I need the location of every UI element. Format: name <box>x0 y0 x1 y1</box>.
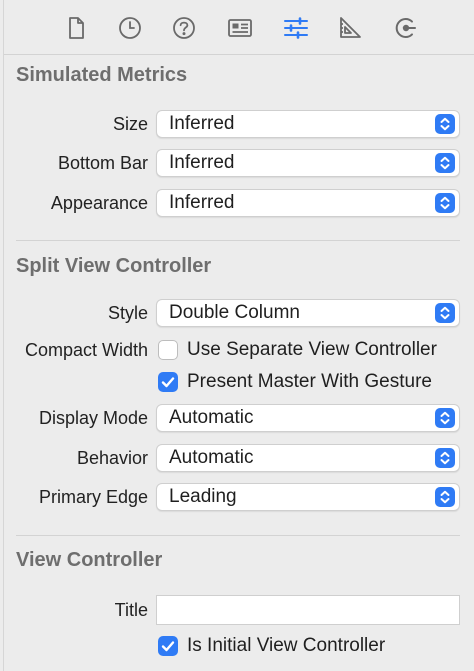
attributes-sliders-icon[interactable] <box>280 12 312 44</box>
bottom-bar-popup-value: Inferred <box>169 152 235 173</box>
checkmark-icon <box>161 377 175 388</box>
panel-left-border <box>3 0 4 671</box>
section-title-split-view-controller: Split View Controller <box>16 255 212 277</box>
use-separate-checkbox[interactable] <box>158 340 178 360</box>
is-initial-label[interactable]: Is Initial View Controller <box>187 634 385 658</box>
display-mode-popup-value: Automatic <box>169 407 254 428</box>
use-separate-label[interactable]: Use Separate View Controller <box>187 338 437 362</box>
bottom-bar-popup[interactable]: Inferred <box>156 149 460 177</box>
appearance-label: Appearance <box>50 193 148 213</box>
section-divider <box>16 535 460 536</box>
chevron-updown-icon <box>435 487 455 507</box>
style-popup[interactable]: Double Column <box>156 299 460 327</box>
primary-edge-popup-value: Leading <box>169 486 237 507</box>
present-master-checkbox[interactable] <box>158 372 178 392</box>
is-initial-checkbox[interactable] <box>158 636 178 656</box>
size-popup[interactable]: Inferred <box>156 110 460 138</box>
compact-width-label: Compact Width <box>24 340 148 360</box>
primary-edge-popup[interactable]: Leading <box>156 483 460 511</box>
history-clock-icon[interactable] <box>114 12 146 44</box>
size-ruler-icon[interactable] <box>334 12 366 44</box>
help-icon[interactable] <box>168 12 200 44</box>
size-popup-value: Inferred <box>169 113 235 134</box>
section-divider <box>16 240 460 241</box>
chevron-updown-icon <box>435 193 455 213</box>
chevron-updown-icon <box>435 408 455 428</box>
size-label: Size <box>112 114 148 134</box>
style-popup-value: Double Column <box>169 302 300 323</box>
section-title-simulated-metrics: Simulated Metrics <box>16 64 188 86</box>
title-label: Title <box>114 600 148 620</box>
bottom-bar-label: Bottom Bar <box>57 153 148 173</box>
chevron-updown-icon <box>435 153 455 173</box>
title-input[interactable] <box>156 595 460 625</box>
file-icon[interactable] <box>60 12 92 44</box>
style-label: Style <box>107 303 148 323</box>
appearance-popup[interactable]: Inferred <box>156 189 460 217</box>
identity-card-icon[interactable] <box>224 12 256 44</box>
behavior-label: Behavior <box>76 448 148 468</box>
present-master-label[interactable]: Present Master With Gesture <box>187 370 432 394</box>
appearance-popup-value: Inferred <box>169 192 235 213</box>
chevron-updown-icon <box>435 303 455 323</box>
section-title-view-controller: View Controller <box>16 549 163 571</box>
display-mode-popup[interactable]: Automatic <box>156 404 460 432</box>
behavior-popup[interactable]: Automatic <box>156 444 460 472</box>
display-mode-label: Display Mode <box>38 408 148 428</box>
behavior-popup-value: Automatic <box>169 447 254 468</box>
primary-edge-label: Primary Edge <box>38 487 148 507</box>
inspector-toolbar <box>4 0 474 55</box>
chevron-updown-icon <box>435 114 455 134</box>
chevron-updown-icon <box>435 448 455 468</box>
checkmark-icon <box>161 641 175 652</box>
connections-icon[interactable] <box>390 12 422 44</box>
